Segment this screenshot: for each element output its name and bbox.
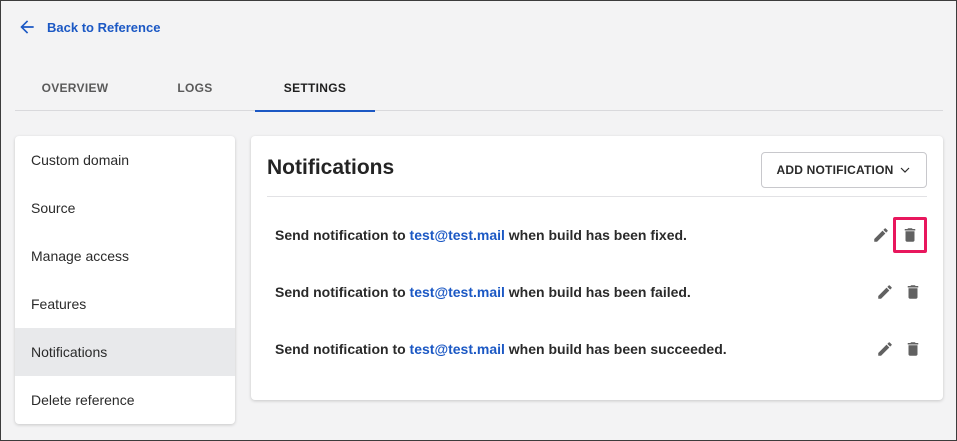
pencil-icon: [874, 228, 888, 242]
notification-row: Send notification to test@test.mail when…: [275, 334, 927, 364]
sidebar-item-notifications[interactable]: Notifications: [15, 328, 235, 376]
settings-sidebar: Custom domain Source Manage access Featu…: [15, 136, 235, 424]
top-bar: Back to Reference OVERVIEW LOGS SETTINGS: [1, 1, 957, 112]
delete-notification-button[interactable]: [893, 217, 927, 253]
delete-notification-button[interactable]: [899, 334, 927, 364]
sidebar-item-features[interactable]: Features: [15, 280, 235, 328]
trash-icon: [907, 342, 919, 356]
back-to-reference-link[interactable]: Back to Reference: [17, 16, 160, 38]
notification-prefix: Send notification to: [275, 227, 406, 243]
pencil-icon: [878, 285, 892, 299]
notification-email-link[interactable]: test@test.mail: [410, 284, 505, 300]
chevron-down-icon: [901, 167, 910, 173]
edit-notification-button[interactable]: [867, 220, 895, 250]
back-link-label: Back to Reference: [47, 19, 161, 35]
trash-icon: [907, 285, 919, 299]
add-notification-button[interactable]: ADD NOTIFICATION: [761, 152, 927, 188]
notification-suffix: when build has been succeeded.: [508, 341, 727, 357]
row-actions: [871, 334, 927, 364]
notification-row: Send notification to test@test.mail when…: [275, 277, 927, 307]
tab-bar: OVERVIEW LOGS SETTINGS: [15, 65, 943, 112]
panel-title: Notifications: [267, 156, 395, 179]
arrow-left-icon: [20, 20, 34, 34]
notification-prefix: Send notification to: [275, 284, 406, 300]
tab-logs[interactable]: LOGS: [135, 65, 255, 111]
notification-row: Send notification to test@test.mail when…: [275, 217, 927, 253]
panel-divider: [267, 196, 927, 197]
add-notification-label: ADD NOTIFICATION: [776, 163, 894, 177]
pencil-icon: [878, 342, 892, 356]
tab-overview[interactable]: OVERVIEW: [15, 65, 135, 111]
tab-settings[interactable]: SETTINGS: [255, 65, 375, 112]
sidebar-item-manage-access[interactable]: Manage access: [15, 232, 235, 280]
sidebar-item-custom-domain[interactable]: Custom domain: [15, 136, 235, 184]
notification-suffix: when build has been failed.: [508, 284, 691, 300]
edit-notification-button[interactable]: [871, 334, 899, 364]
row-actions: [867, 217, 927, 253]
notification-text: Send notification to test@test.mail when…: [275, 341, 927, 357]
row-actions: [871, 277, 927, 307]
notifications-panel: Notifications ADD NOTIFICATION Send noti…: [251, 136, 943, 400]
notification-email-link[interactable]: test@test.mail: [410, 227, 505, 243]
notification-prefix: Send notification to: [275, 341, 406, 357]
edit-notification-button[interactable]: [871, 277, 899, 307]
notification-email-link[interactable]: test@test.mail: [410, 341, 505, 357]
delete-notification-button[interactable]: [899, 277, 927, 307]
trash-icon: [904, 228, 916, 242]
sidebar-item-delete-reference[interactable]: Delete reference: [15, 376, 235, 424]
notification-suffix: when build has been fixed.: [508, 227, 687, 243]
sidebar-item-source[interactable]: Source: [15, 184, 235, 232]
notification-text: Send notification to test@test.mail when…: [275, 227, 927, 243]
notification-text: Send notification to test@test.mail when…: [275, 284, 927, 300]
